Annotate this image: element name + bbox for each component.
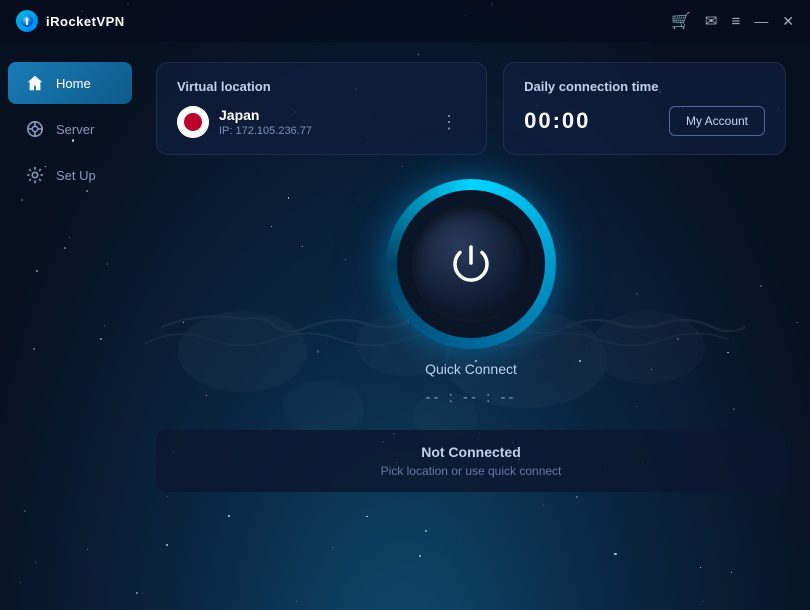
time-row: 00:00 My Account — [524, 106, 765, 136]
app-logo — [16, 10, 38, 32]
timer-display: -- : -- : -- — [426, 389, 517, 406]
server-icon — [24, 118, 46, 140]
my-account-button[interactable]: My Account — [669, 106, 765, 136]
virtual-location-label: Virtual location — [177, 79, 466, 94]
cart-icon[interactable]: 🛒 — [671, 11, 691, 31]
quick-connect-label: Quick Connect — [425, 361, 517, 377]
power-icon — [445, 238, 497, 290]
app-title-label: iRocketVPN — [46, 14, 125, 29]
power-section: Quick Connect -- : -- : -- — [156, 179, 786, 406]
status-title: Not Connected — [176, 444, 766, 460]
titlebar: iRocketVPN 🛒 ✉ ≡ — ✕ — [0, 0, 810, 42]
home-icon — [24, 72, 46, 94]
close-icon[interactable]: ✕ — [782, 13, 794, 30]
sidebar-setup-label: Set Up — [56, 168, 96, 183]
power-ring-outer — [386, 179, 556, 349]
setup-icon — [24, 164, 46, 186]
sidebar-server-label: Server — [56, 122, 94, 137]
power-button[interactable] — [412, 205, 530, 323]
sidebar-item-home[interactable]: Home — [8, 62, 132, 104]
daily-connection-label: Daily connection time — [524, 79, 765, 94]
flag-icon — [177, 106, 209, 138]
minimize-icon[interactable]: — — [754, 13, 768, 29]
virtual-location-card: Virtual location Japan IP: 172.105 — [156, 62, 487, 155]
titlebar-right: 🛒 ✉ ≡ — ✕ — [671, 11, 794, 31]
status-subtitle: Pick location or use quick connect — [176, 464, 766, 478]
location-menu-button[interactable]: ⋮ — [432, 108, 466, 137]
power-ring-middle — [397, 190, 545, 338]
sidebar-home-label: Home — [56, 76, 91, 91]
menu-icon[interactable]: ≡ — [732, 13, 741, 30]
location-info: Japan IP: 172.105.236.77 — [177, 106, 312, 138]
location-row: Japan IP: 172.105.236.77 ⋮ — [177, 106, 466, 138]
ip-address: IP: 172.105.236.77 — [219, 125, 312, 137]
top-cards-row: Virtual location Japan IP: 172.105 — [156, 62, 786, 155]
daily-connection-card: Daily connection time 00:00 My Account — [503, 62, 786, 155]
titlebar-left: iRocketVPN — [16, 10, 125, 32]
time-display: 00:00 — [524, 108, 590, 134]
content-area: Virtual location Japan IP: 172.105 — [140, 42, 810, 610]
sidebar: Home Server Set — [0, 42, 140, 610]
mail-icon[interactable]: ✉ — [705, 12, 718, 30]
country-name: Japan — [219, 107, 312, 123]
location-details: Japan IP: 172.105.236.77 — [219, 107, 312, 137]
sidebar-item-setup[interactable]: Set Up — [8, 154, 132, 196]
main-layout: Home Server Set — [0, 42, 810, 610]
sidebar-item-server[interactable]: Server — [8, 108, 132, 150]
status-bar: Not Connected Pick location or use quick… — [156, 430, 786, 492]
